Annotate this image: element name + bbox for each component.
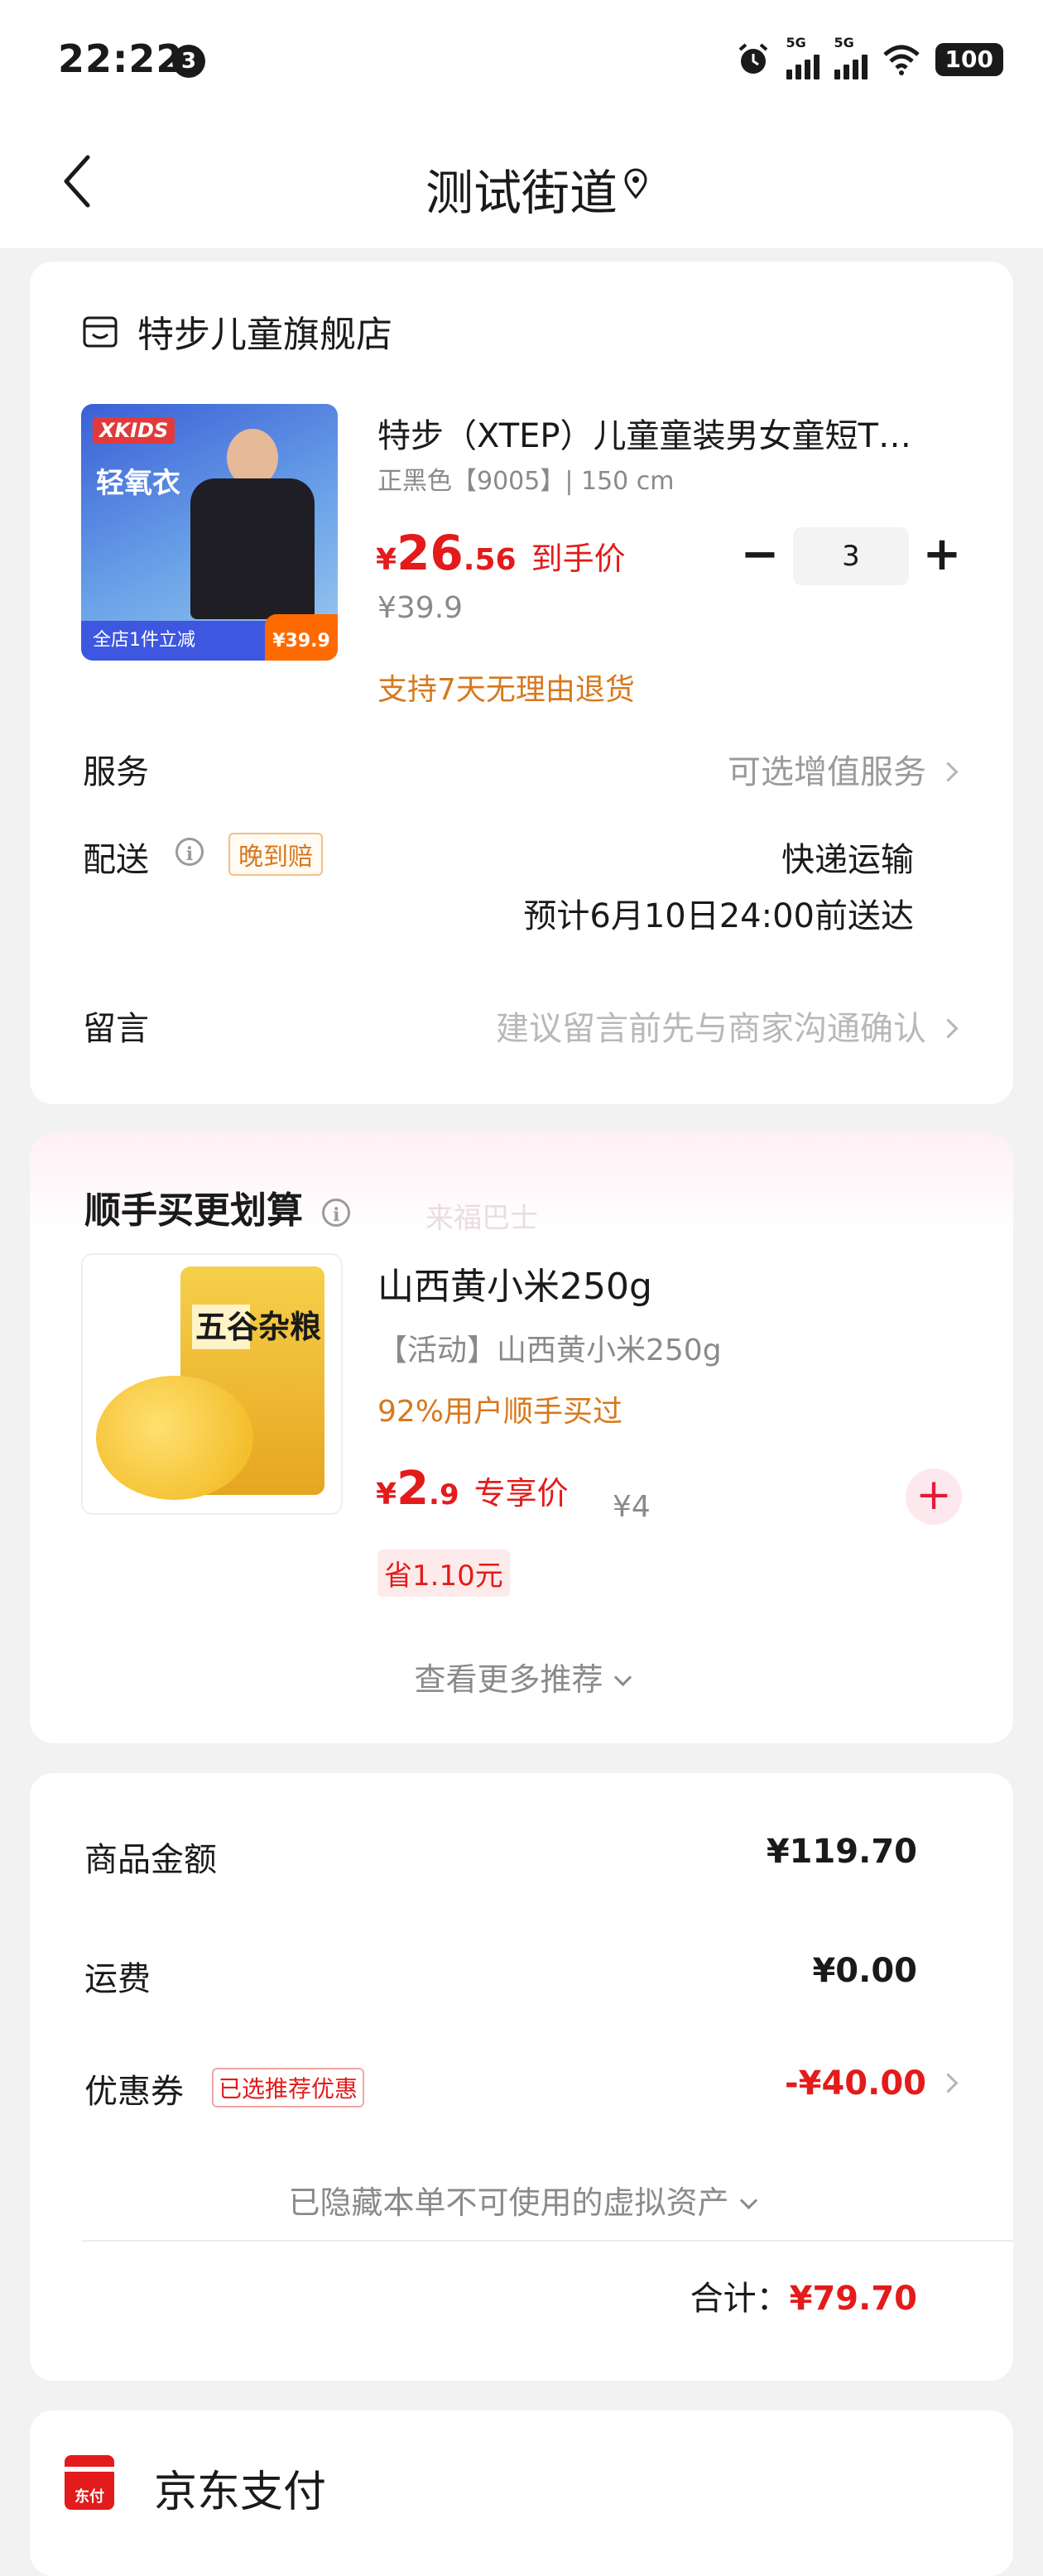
notification-count-badge: 3 — [172, 45, 205, 78]
upsell-card: 顺手买更划算 i 来福巴士 五谷杂粮 山西黄小米250g 【活动】山西黄小米25… — [30, 1134, 1013, 1743]
product-image-logo: XKIDS — [93, 417, 175, 444]
message-label: 留言 — [83, 1010, 149, 1048]
product-image-price: ¥39.9 — [265, 614, 338, 661]
product-image-tag: 轻氧衣 — [96, 467, 180, 500]
jd-pay-icon-text: 东付 — [74, 2488, 104, 2506]
product-spec: 正黑色【9005】| 150 cm — [377, 467, 675, 496]
status-icons: 5G 5G 100 — [735, 35, 1003, 79]
top-bar: 22:22 3 5G 5G 100 测试街道 — [0, 0, 1043, 248]
price-currency: ¥ — [376, 543, 397, 577]
price-decimal: .56 — [463, 543, 517, 577]
coupon-value: -¥40.00 — [785, 2064, 926, 2103]
network-type-1: 5G — [786, 35, 806, 50]
decrease-button[interactable]: − — [727, 525, 793, 588]
increase-button[interactable]: + — [909, 525, 975, 588]
shop-name[interactable]: 特步儿童旗舰店 — [137, 305, 392, 358]
return-policy: 支持7天无理由退货 — [377, 673, 635, 707]
chevron-down-icon — [739, 2191, 757, 2210]
upsell-product-subtitle: 【活动】山西黄小米250g — [377, 1334, 722, 1367]
hidden-assets-text: 已隐藏本单不可使用的虚拟资产 — [288, 2184, 729, 2221]
signal-icon-1: 5G — [786, 35, 820, 79]
payment-card[interactable]: 东付 京东支付 — [30, 2410, 1013, 2576]
status-bar: 22:22 3 5G 5G 100 — [0, 0, 1043, 124]
page-title: 测试街道 — [425, 165, 618, 221]
product-image[interactable]: XKIDS 轻氧衣 全店1件立减 ¥39.9 — [81, 404, 338, 661]
total-label: 合计： — [690, 2280, 790, 2318]
payment-method-name: 京东支付 — [154, 2468, 327, 2517]
watermark: 来福巴士 — [425, 1202, 538, 1235]
shipping-label: 运费 — [84, 1960, 151, 1998]
upsell-title: 顺手买更划算 i — [84, 1180, 351, 1233]
product-price: ¥26.56 到手价 — [376, 525, 626, 581]
info-icon[interactable]: i — [175, 838, 204, 866]
message-input[interactable]: 建议留言前先与商家沟通确认 — [496, 1002, 959, 1050]
product-title[interactable]: 特步（XTEP）儿童童装男女童短T… — [377, 409, 990, 457]
model-shirt — [190, 478, 315, 619]
price-decimal: .9 — [429, 1478, 459, 1511]
price-label: 到手价 — [531, 541, 626, 577]
signal-icon-2: 5G — [834, 35, 868, 79]
chevron-right-icon — [938, 1017, 959, 1039]
quantity-value[interactable]: 3 — [793, 527, 909, 585]
total-value: ¥79.70 — [789, 2280, 917, 2318]
coupon-label: 优惠券 — [84, 2073, 184, 2111]
network-type-2: 5G — [834, 35, 854, 50]
price-currency: ¥ — [376, 1478, 397, 1511]
battery-icon: 100 — [935, 43, 1003, 76]
price-integer: 26 — [397, 525, 464, 581]
delivery-method[interactable]: 快递运输 — [781, 833, 914, 881]
late-compensation-badge: 晚到赔 — [228, 833, 323, 876]
chevron-right-icon — [938, 761, 959, 782]
price-label: 专享价 — [473, 1475, 569, 1511]
chevron-right-icon — [938, 2072, 959, 2093]
price-integer: 2 — [397, 1462, 430, 1516]
goods-amount-label: 商品金额 — [84, 1841, 217, 1879]
wifi-icon — [882, 45, 920, 75]
upsell-price: ¥2.9 专享价 — [376, 1462, 569, 1516]
original-price: ¥39.9 — [377, 591, 464, 625]
grain-pile — [96, 1376, 253, 1500]
alarm-icon — [738, 43, 767, 74]
summary-card: 商品金额 ¥119.70 运费 ¥0.00 优惠券 已选推荐优惠 -¥40.00… — [30, 1773, 1013, 2381]
status-time: 22:22 — [58, 36, 184, 81]
upsell-original-price: ¥4 — [613, 1490, 651, 1524]
upsell-title-text: 顺手买更划算 — [84, 1189, 303, 1232]
see-more-text: 查看更多推荐 — [414, 1661, 603, 1698]
bag-label: 五谷杂粮 — [192, 1305, 321, 1349]
info-icon[interactable]: i — [322, 1199, 351, 1227]
delivery-label: 配送 — [83, 841, 149, 879]
upsell-hot-text: 92%用户顺手买过 — [377, 1395, 623, 1429]
upsell-product-image[interactable]: 五谷杂粮 — [81, 1253, 343, 1515]
coupon-badge: 已选推荐优惠 — [212, 2068, 365, 2107]
quantity-stepper: − 3 + — [727, 525, 975, 588]
order-card: 特步儿童旗舰店 XKIDS 轻氧衣 全店1件立减 ¥39.9 特步（XTEP）儿… — [30, 262, 1013, 1104]
divider — [81, 2240, 1013, 2242]
savings-badge: 省1.10元 — [377, 1550, 510, 1597]
service-value[interactable]: 可选增值服务 — [728, 745, 959, 793]
coupon-selector[interactable]: -¥40.00 — [785, 2064, 959, 2103]
message-placeholder: 建议留言前先与商家沟通确认 — [496, 1010, 926, 1048]
nav-bar: 测试街道 — [0, 124, 1043, 240]
shop-icon — [83, 316, 118, 348]
hidden-assets-toggle[interactable]: 已隐藏本单不可使用的虚拟资产 — [30, 2177, 1013, 2223]
order-total: 合计：¥79.70 — [690, 2271, 917, 2319]
delivery-eta: 预计6月10日24:00前送达 — [523, 897, 914, 935]
add-to-order-button[interactable]: + — [906, 1468, 962, 1525]
service-label: 服务 — [83, 753, 149, 791]
upsell-product-title[interactable]: 山西黄小米250g — [377, 1257, 652, 1310]
see-more-button[interactable]: 查看更多推荐 — [30, 1654, 1013, 1699]
shipping-value: ¥0.00 — [812, 1952, 917, 1990]
jd-pay-icon: 东付 — [65, 2455, 114, 2510]
location-pin-icon[interactable] — [619, 167, 652, 200]
service-value-text: 可选增值服务 — [728, 753, 926, 791]
goods-amount-value: ¥119.70 — [766, 1833, 917, 1871]
chevron-down-icon — [613, 1668, 632, 1687]
